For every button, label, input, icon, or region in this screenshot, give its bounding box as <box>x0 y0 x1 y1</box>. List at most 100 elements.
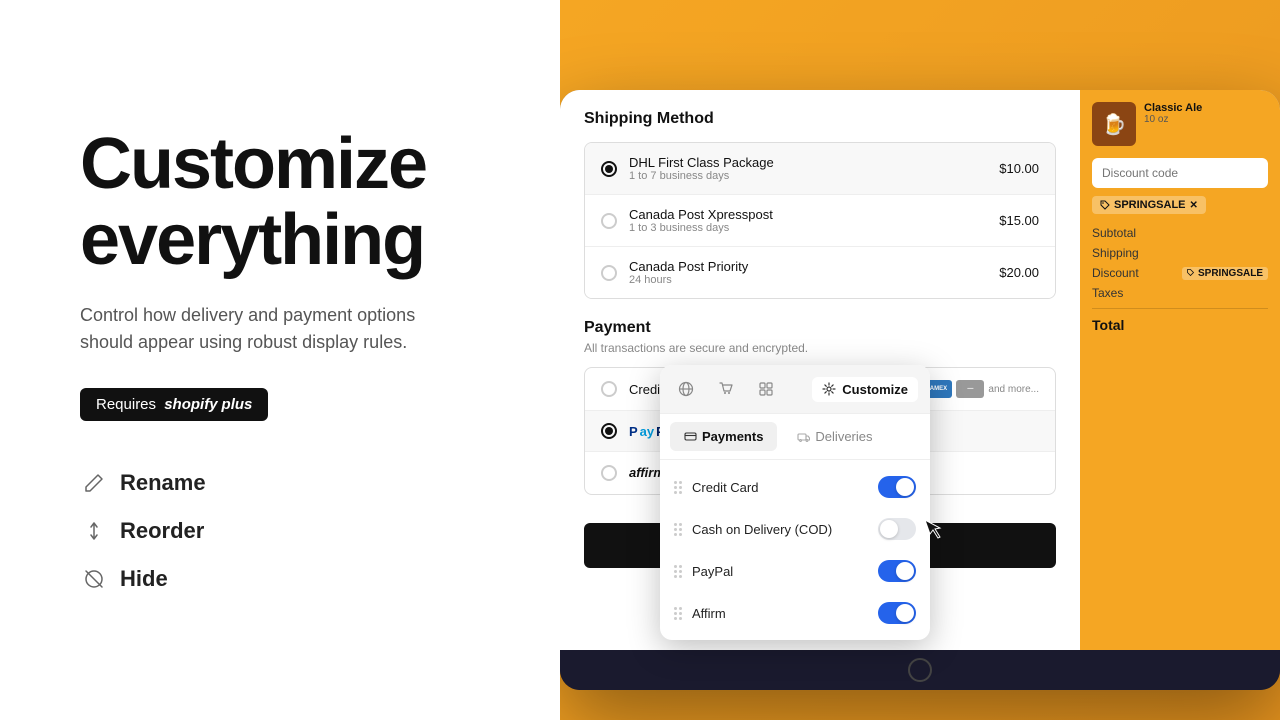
shipping-option-canada-priority[interactable]: Canada Post Priority 24 hours $20.00 <box>585 247 1055 298</box>
credit-card-toggle[interactable] <box>878 476 916 498</box>
tabs-row: Payments Deliveries <box>660 414 930 460</box>
shipping-section-title: Shipping Method <box>584 110 1056 128</box>
tag-icon <box>1100 200 1110 210</box>
shipping-info-canada-priority: Canada Post Priority 24 hours <box>629 259 987 286</box>
rename-icon <box>80 469 108 497</box>
shopify-plus-badge: Requires shopify plus <box>80 388 268 421</box>
drag-handle-cod[interactable] <box>674 523 682 536</box>
panel-row-paypal: PayPal <box>660 550 930 592</box>
customize-label: Customize <box>842 382 908 397</box>
shipping-days-canada-xpress: 1 to 3 business days <box>629 222 987 234</box>
feature-list: Rename Reorder Hide <box>80 469 500 593</box>
badge-shopify: shopify <box>164 396 217 413</box>
discount-code-input[interactable] <box>1092 158 1268 188</box>
order-line-shipping: Shipping <box>1092 246 1268 260</box>
radio-canada-priority <box>601 265 617 281</box>
hide-label: Hide <box>120 566 168 592</box>
badge-requires: Requires <box>96 396 156 413</box>
generic-card-icon: — <box>956 380 984 398</box>
discount-label: Discount <box>1092 266 1139 280</box>
discount-badge: SPRINGSALE <box>1182 267 1268 280</box>
grid-icon[interactable] <box>752 375 780 403</box>
panel-rows: Credit Card Cash on Delivery (COD) <box>660 460 930 640</box>
customize-panel: Customize Payments <box>660 365 930 640</box>
paypal-text-ay: ay <box>640 424 654 439</box>
rename-label: Rename <box>120 470 206 496</box>
credit-card-row-label: Credit Card <box>692 480 868 495</box>
gear-small-icon <box>822 382 836 396</box>
shipping-price-dhl: $10.00 <box>999 161 1039 176</box>
deliveries-tab-icon <box>797 430 810 443</box>
payment-title: Payment <box>584 319 1056 337</box>
shipping-option-canada-xpress[interactable]: Canada Post Xpresspost 1 to 3 business d… <box>585 195 1055 247</box>
product-thumbnail: 🍺 <box>1092 102 1136 146</box>
panel-row-cod: Cash on Delivery (COD) <box>660 508 930 550</box>
cod-toggle[interactable] <box>878 518 916 540</box>
radio-dhl <box>601 161 617 177</box>
shipping-name-canada-priority: Canada Post Priority <box>629 259 987 274</box>
shipping-info-dhl: DHL First Class Package 1 to 7 business … <box>629 155 987 182</box>
shipping-name-canada-xpress: Canada Post Xpresspost <box>629 207 987 222</box>
order-line-discount: Discount SPRINGSALE <box>1092 266 1268 280</box>
subtotal-label: Subtotal <box>1092 226 1136 240</box>
order-sidebar: 🍺 Classic Ale 10 oz SPRINGSALE ✕ <box>1080 90 1280 650</box>
panel-toolbar: Customize <box>660 365 930 414</box>
discount-badge-icon <box>1187 269 1195 277</box>
tab-deliveries[interactable]: Deliveries <box>783 422 886 451</box>
tablet-device: Shipping Method DHL First Class Package … <box>560 90 1280 690</box>
shipping-info-canada-xpress: Canada Post Xpresspost 1 to 3 business d… <box>629 207 987 234</box>
shipping-days-dhl: 1 to 7 business days <box>629 170 987 182</box>
tab-payments[interactable]: Payments <box>670 422 777 451</box>
paypal-row-label: PayPal <box>692 564 868 579</box>
affirm-toggle[interactable] <box>878 602 916 624</box>
paypal-toggle[interactable] <box>878 560 916 582</box>
product-name: Classic Ale <box>1144 102 1202 114</box>
and-more-label: and more... <box>988 384 1039 395</box>
payment-subtitle: All transactions are secure and encrypte… <box>584 341 1056 355</box>
shipping-name-dhl: DHL First Class Package <box>629 155 987 170</box>
hero-subtitle: Control how delivery and payment options… <box>80 302 460 356</box>
radio-credit-card <box>601 381 617 397</box>
home-button[interactable] <box>908 658 932 682</box>
feature-reorder: Reorder <box>80 517 500 545</box>
order-line-taxes: Taxes <box>1092 286 1268 300</box>
divider <box>1092 308 1268 309</box>
panel-row-affirm: Affirm <box>660 592 930 634</box>
badge-plus: plus <box>222 396 253 413</box>
product-info: Classic Ale 10 oz <box>1144 102 1202 146</box>
tab-deliveries-label: Deliveries <box>815 429 872 444</box>
hero-title: Customize everything <box>80 127 500 278</box>
total-line: Total <box>1092 317 1268 333</box>
drag-handle-credit-card[interactable] <box>674 481 682 494</box>
reorder-label: Reorder <box>120 518 204 544</box>
shipping-options: DHL First Class Package 1 to 7 business … <box>584 142 1056 299</box>
affirm-row-label: Affirm <box>692 606 868 621</box>
payments-tab-icon <box>684 430 697 443</box>
discount-tag-label: SPRINGSALE <box>1114 199 1186 211</box>
feature-hide: Hide <box>80 565 500 593</box>
radio-paypal <box>601 423 617 439</box>
panel-row-credit-card: Credit Card <box>660 466 930 508</box>
customize-button[interactable]: Customize <box>812 377 918 402</box>
radio-affirm <box>601 465 617 481</box>
globe-icon[interactable] <box>672 375 700 403</box>
drag-handle-paypal[interactable] <box>674 565 682 578</box>
shipping-price-canada-priority: $20.00 <box>999 265 1039 280</box>
drag-handle-affirm[interactable] <box>674 607 682 620</box>
shipping-days-canada-priority: 24 hours <box>629 274 987 286</box>
reorder-icon <box>80 517 108 545</box>
feature-rename: Rename <box>80 469 500 497</box>
shipping-option-dhl[interactable]: DHL First Class Package 1 to 7 business … <box>585 143 1055 195</box>
discount-tag: SPRINGSALE ✕ <box>1092 196 1206 214</box>
discount-tag-close[interactable]: ✕ <box>1190 200 1198 211</box>
tablet-bottom <box>560 650 1280 690</box>
shipping-label: Shipping <box>1092 246 1139 260</box>
tab-payments-label: Payments <box>702 429 763 444</box>
left-section: Customize everything Control how deliver… <box>0 0 560 720</box>
radio-canada-xpress <box>601 213 617 229</box>
taxes-label: Taxes <box>1092 286 1123 300</box>
cod-row-label: Cash on Delivery (COD) <box>692 522 868 537</box>
cart-icon[interactable] <box>712 375 740 403</box>
paypal-text-p: P <box>629 424 638 439</box>
order-line-subtotal: Subtotal <box>1092 226 1268 240</box>
